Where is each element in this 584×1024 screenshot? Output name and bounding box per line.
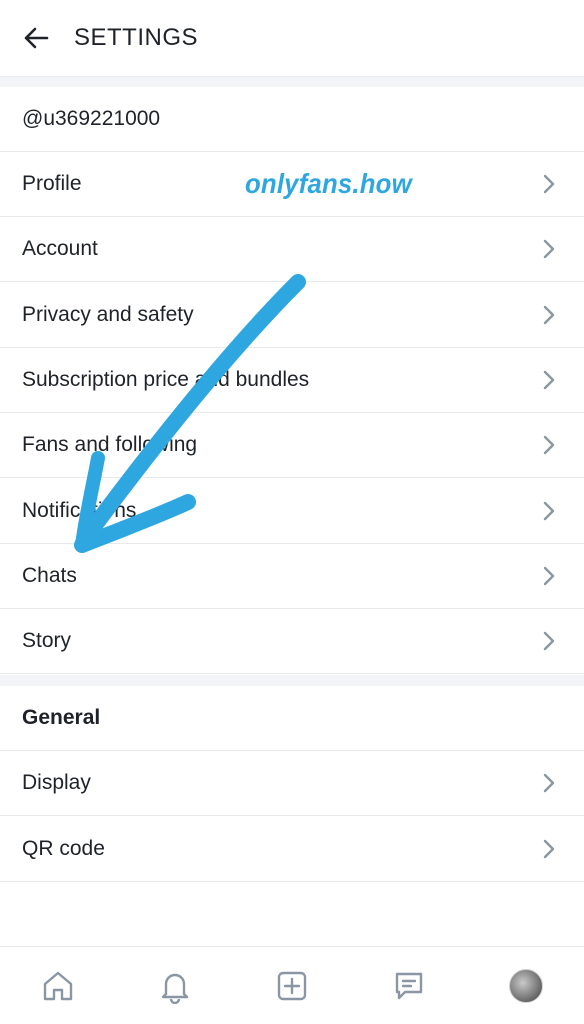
chevron-right-icon	[540, 771, 558, 795]
page-title: SETTINGS	[74, 24, 199, 51]
menu-item-chats[interactable]: Chats	[0, 544, 584, 609]
chevron-right-icon	[540, 172, 558, 196]
menu-item-notifications[interactable]: Notifications	[0, 479, 584, 544]
bottom-navigation	[0, 946, 584, 1024]
menu-item-display[interactable]: Display	[0, 751, 584, 816]
section-gap	[0, 675, 584, 686]
menu-item-qr-code[interactable]: QR code	[0, 817, 584, 882]
menu-item-label: Chats	[22, 564, 77, 587]
username: @u369221000	[22, 107, 161, 130]
nav-messages-button[interactable]	[381, 958, 437, 1014]
menu-item-privacy[interactable]: Privacy and safety	[0, 283, 584, 348]
chevron-right-icon	[540, 237, 558, 261]
menu-item-label: Profile	[22, 172, 82, 195]
nav-profile-button[interactable]	[498, 958, 554, 1014]
back-button[interactable]	[18, 20, 54, 56]
chevron-right-icon	[540, 303, 558, 327]
chevron-right-icon	[540, 837, 558, 861]
menu-item-story[interactable]: Story	[0, 609, 584, 674]
section-heading-label: General	[22, 706, 101, 729]
home-icon	[44, 971, 73, 1001]
menu-item-label: Privacy and safety	[22, 303, 194, 326]
username-row: @u369221000	[0, 87, 584, 152]
menu-item-fans[interactable]: Fans and following	[0, 413, 584, 478]
menu-item-label: Story	[22, 629, 72, 652]
add-post-icon	[277, 971, 307, 1001]
arrow-left-icon	[24, 27, 49, 49]
chevron-right-icon	[540, 629, 558, 653]
nav-home-button[interactable]	[30, 958, 86, 1014]
chevron-right-icon	[540, 564, 558, 588]
general-section-heading: General	[0, 686, 584, 751]
bell-icon	[161, 973, 189, 1004]
chevron-right-icon	[540, 499, 558, 523]
menu-item-account[interactable]: Account	[0, 217, 584, 282]
menu-item-subscription[interactable]: Subscription price and bundles	[0, 348, 584, 413]
header-bar: SETTINGS	[0, 0, 584, 77]
menu-item-label: Display	[22, 771, 91, 794]
section-gap	[0, 77, 584, 87]
settings-screen: SETTINGS @u369221000 Profile Account Pri…	[0, 0, 584, 1024]
chevron-right-icon	[540, 433, 558, 457]
nav-add-post-button[interactable]	[264, 958, 320, 1014]
watermark-text: onlyfans.how	[245, 168, 412, 199]
menu-item-label: Subscription price and bundles	[22, 368, 310, 391]
nav-notifications-button[interactable]	[147, 958, 203, 1014]
menu-item-label: Notifications	[22, 499, 137, 522]
menu-item-label: Account	[22, 237, 98, 260]
messages-icon	[395, 972, 422, 1000]
menu-item-label: QR code	[22, 837, 105, 860]
chevron-right-icon	[540, 368, 558, 392]
avatar	[508, 969, 543, 1003]
menu-item-label: Fans and following	[22, 433, 198, 456]
